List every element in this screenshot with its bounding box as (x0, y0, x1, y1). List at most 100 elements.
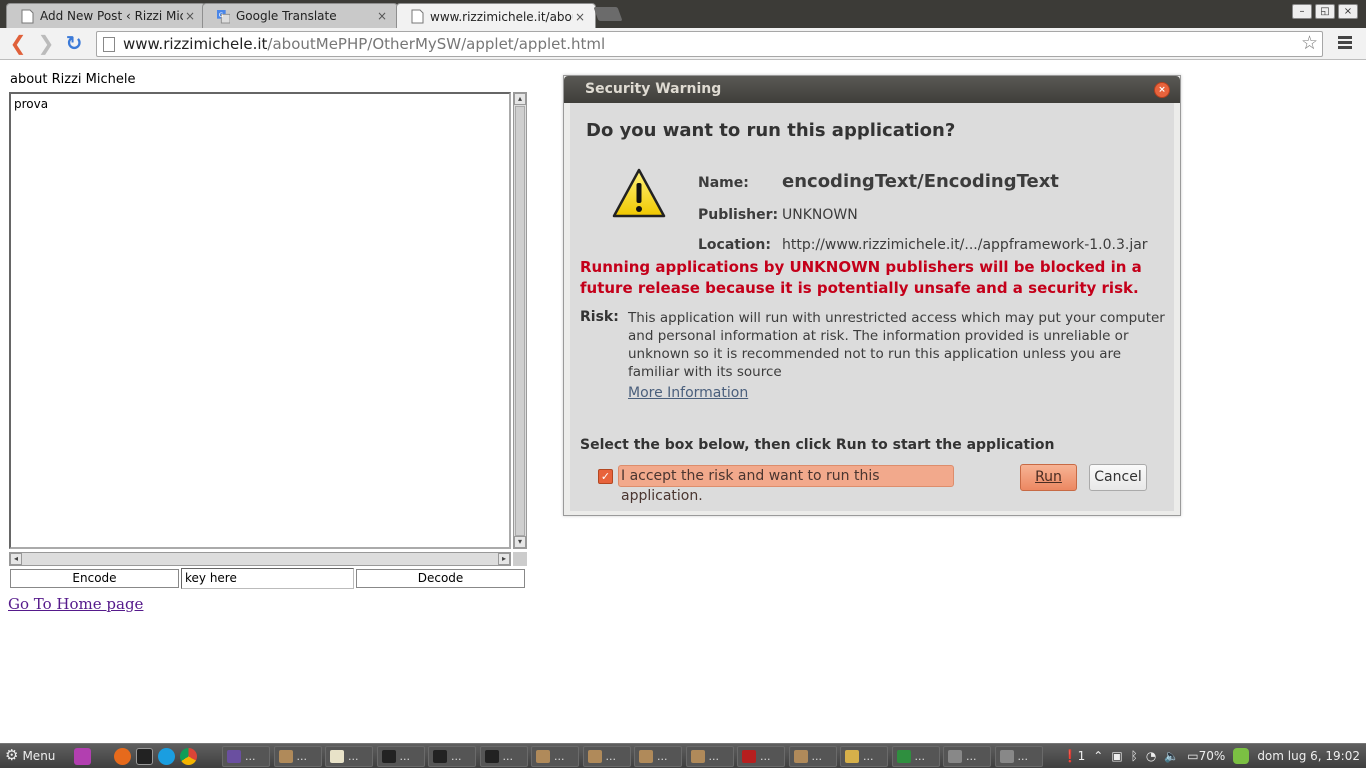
start-menu-button[interactable]: ⚙ Menu (5, 748, 55, 763)
taskbar-task[interactable]: ... (531, 746, 579, 767)
taskbar-task[interactable]: ... (325, 746, 373, 767)
volume-icon[interactable]: 🔈 (1164, 749, 1179, 763)
scroll-right-icon[interactable]: ▸ (498, 553, 510, 565)
hamburger-menu-icon[interactable] (1338, 36, 1352, 51)
cancel-button[interactable]: Cancel (1089, 464, 1147, 491)
tab-title: Add New Post ‹ Rizzi Mich (40, 9, 183, 23)
taskbar-task[interactable]: ... (685, 746, 734, 767)
location-label: Location: (698, 237, 771, 253)
taskbar-task[interactable]: ... (376, 746, 425, 767)
wifi-icon[interactable]: ◔ (1146, 749, 1156, 763)
taskbar-task[interactable]: ... (582, 746, 631, 767)
dialog-titlebar[interactable]: Security Warning × (564, 76, 1180, 103)
tab-rizzimichele[interactable]: www.rizzimichele.it/abou × (396, 3, 596, 29)
home-page-link[interactable]: Go To Home page (8, 595, 143, 613)
page-icon (103, 36, 115, 52)
taskbar-task[interactable]: ... (840, 746, 888, 767)
name-value: encodingText/EncodingText (782, 171, 1059, 192)
vertical-scrollbar[interactable]: ▴ ▾ (513, 92, 527, 549)
horizontal-scrollbar[interactable]: ◂ ▸ (9, 552, 511, 566)
notification-icon[interactable]: ❗1 (1063, 749, 1086, 763)
accept-risk-label[interactable]: I accept the risk and want to run this a… (618, 465, 954, 504)
taskbar-task[interactable]: ... (273, 746, 322, 767)
risk-label: Risk: (580, 309, 619, 325)
bluetooth-icon[interactable]: ᛒ (1131, 749, 1138, 763)
scroll-corner (513, 552, 527, 566)
taskbar: ⚙ Menu .................................… (0, 743, 1366, 768)
close-window-button[interactable]: × (1338, 4, 1358, 19)
back-button[interactable]: ❮ (6, 32, 30, 56)
close-icon[interactable]: × (1154, 82, 1170, 98)
warning-icon (612, 168, 666, 218)
minimize-button[interactable]: – (1292, 4, 1312, 19)
terminal-icon[interactable] (136, 748, 153, 765)
google-translate-icon: G (217, 9, 230, 23)
run-button[interactable]: Run (1020, 464, 1077, 491)
chrome-icon[interactable] (180, 748, 197, 765)
scroll-left-icon[interactable]: ◂ (10, 553, 22, 565)
task-label: ... (1017, 750, 1029, 763)
close-icon[interactable]: × (375, 9, 389, 23)
taskbar-task[interactable]: ... (479, 746, 528, 767)
applet-text-area[interactable]: prova (9, 92, 511, 549)
location-value: http://www.rizzimichele.it/.../appframew… (782, 237, 1148, 253)
system-tray: ❗1 ⌃ ▣ ᛒ ◔ 🔈 ▭70% dom lug 6, 19:02 (1063, 748, 1360, 764)
task-label: ... (348, 750, 359, 763)
taskbar-task[interactable]: ... (737, 746, 785, 767)
tab-google-translate[interactable]: G Google Translate × (202, 3, 398, 28)
taskbar-task[interactable]: ... (943, 746, 991, 767)
chevron-up-icon[interactable]: ⌃ (1093, 749, 1103, 763)
scroll-up-icon[interactable]: ▴ (514, 93, 526, 105)
publisher-value: UNKNOWN (782, 207, 858, 223)
taskbar-task[interactable]: ... (788, 746, 837, 767)
reload-button[interactable]: ↻ (62, 32, 86, 56)
battery-indicator[interactable]: ▭70% (1187, 749, 1225, 763)
firefox-icon[interactable] (114, 748, 131, 765)
help-icon (999, 750, 1014, 763)
task-label: ... (296, 750, 308, 763)
encode-button[interactable]: Encode (10, 569, 179, 588)
close-icon[interactable]: × (573, 10, 587, 24)
eclipse-icon (227, 750, 241, 763)
help-icon (948, 750, 962, 763)
filezilla-icon (742, 750, 756, 763)
svg-text:G: G (219, 11, 224, 18)
tab-add-new-post[interactable]: Add New Post ‹ Rizzi Mich × (6, 3, 206, 28)
forward-button[interactable]: ❯ (34, 32, 58, 56)
decode-button[interactable]: Decode (356, 569, 525, 588)
menu-label: Menu (22, 748, 56, 763)
restore-button[interactable]: ◱ (1315, 4, 1335, 19)
taskbar-task[interactable]: ... (222, 746, 270, 767)
close-icon[interactable]: × (183, 9, 197, 23)
clipboard-icon[interactable]: ▣ (1111, 749, 1122, 763)
files-icon[interactable] (74, 748, 91, 765)
task-label: ... (863, 750, 874, 763)
terminal-icon (433, 750, 447, 763)
taskbar-task[interactable]: ... (994, 746, 1043, 767)
more-information-link[interactable]: More Information (628, 385, 748, 401)
task-label: ... (451, 750, 462, 763)
task-label: ... (502, 750, 514, 763)
scroll-down-icon[interactable]: ▾ (514, 536, 526, 548)
taskbar-task[interactable]: ... (428, 746, 476, 767)
evernote-icon[interactable] (1233, 748, 1250, 764)
skype-icon[interactable] (158, 748, 175, 765)
gear-icon: ⚙ (5, 746, 19, 764)
chrome-icon (896, 750, 911, 763)
terminal-icon (381, 750, 396, 763)
clock[interactable]: dom lug 6, 19:02 (1257, 749, 1360, 763)
address-bar[interactable]: www.rizzimichele.it/aboutMePHP/OtherMySW… (96, 31, 1323, 57)
accept-risk-checkbox[interactable]: ✓ (598, 469, 613, 484)
task-label: ... (399, 750, 411, 763)
tab-title: Google Translate (236, 9, 337, 23)
new-tab-button[interactable] (593, 7, 623, 21)
task-label: ... (914, 750, 926, 763)
key-input[interactable]: key here (181, 568, 354, 589)
scroll-thumb[interactable] (515, 106, 525, 536)
taskbar-task[interactable]: ... (634, 746, 682, 767)
task-label: ... (657, 750, 668, 763)
window-icon (536, 750, 550, 763)
taskbar-task[interactable]: ... (891, 746, 940, 767)
window-icon (278, 750, 293, 763)
bookmark-star-icon[interactable]: ☆ (1301, 32, 1318, 54)
